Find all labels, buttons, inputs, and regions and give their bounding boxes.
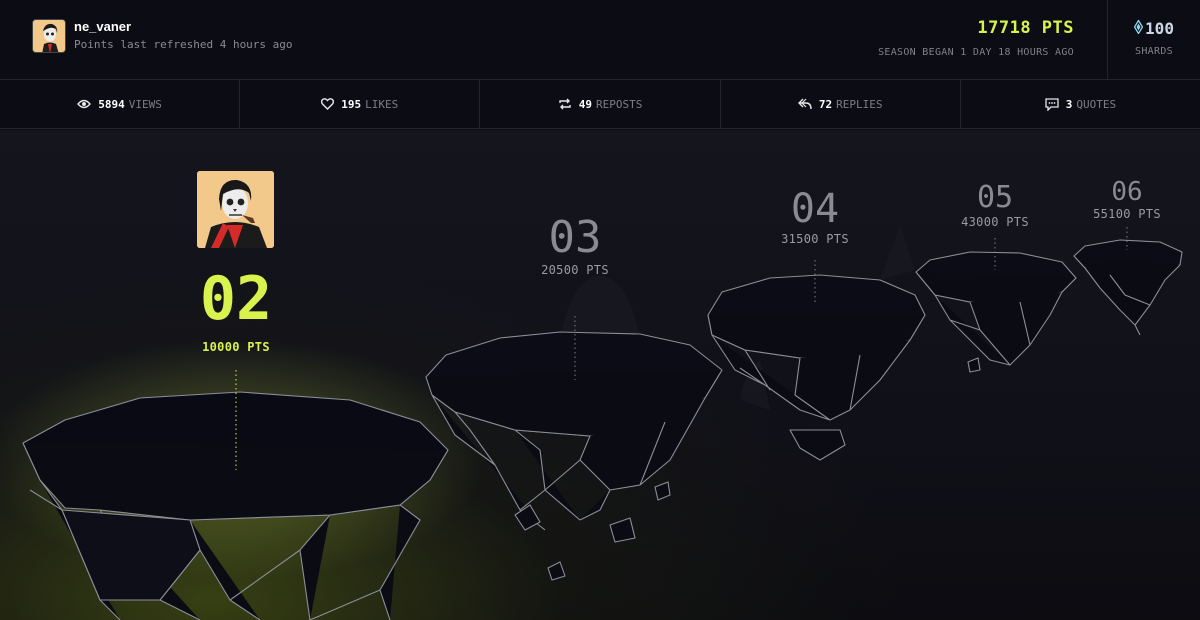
avatar[interactable] xyxy=(32,19,66,53)
shards-value: 100 xyxy=(1145,19,1174,38)
reposts-count: 49 xyxy=(578,97,592,111)
diamond-icon xyxy=(1133,19,1144,38)
level-number: 04 xyxy=(790,186,840,232)
island-level-04[interactable] xyxy=(707,274,926,461)
level-number: 05 xyxy=(976,180,1014,215)
replies-label: REPLIES xyxy=(836,97,883,111)
quotes-count: 3 xyxy=(1065,97,1073,111)
likes-label: LIKES xyxy=(365,97,399,111)
level-progress-map: 02 10000 PTS 03 20500 PTS 04 31500 PTS 0… xyxy=(0,130,1200,620)
level-points: 20500 PTS xyxy=(541,263,609,277)
level-06-marker[interactable]: 06 55100 PTS xyxy=(1067,177,1187,221)
heart-icon xyxy=(321,98,335,110)
level-number: 02 xyxy=(199,264,273,334)
quote-icon xyxy=(1045,97,1059,111)
stat-replies[interactable]: 72 REPLIES xyxy=(721,80,961,128)
stat-views[interactable]: 5894 VIEWS xyxy=(0,80,241,128)
shards-label: SHARDS xyxy=(1135,46,1173,57)
stat-quotes[interactable]: 3 QUOTES xyxy=(961,80,1200,128)
current-level-avatar[interactable] xyxy=(197,171,274,248)
level-points: 31500 PTS xyxy=(781,232,849,246)
level-points: 55100 PTS xyxy=(1093,207,1161,221)
eye-icon xyxy=(77,98,92,110)
stat-likes[interactable]: 195 LIKES xyxy=(240,80,481,128)
top-header: ne_vaner Points last refreshed 4 hours a… xyxy=(0,0,1200,80)
views-label: VIEWS xyxy=(128,97,162,111)
level-number: 06 xyxy=(1111,177,1143,207)
reposts-label: REPOSTS xyxy=(595,97,643,111)
level-number: 03 xyxy=(548,212,602,263)
views-count: 5894 xyxy=(98,97,125,111)
username[interactable]: ne_vaner xyxy=(74,19,293,35)
island-level-05[interactable] xyxy=(915,251,1077,373)
stat-reposts[interactable]: 49 REPOSTS xyxy=(480,80,721,128)
level-03-marker[interactable]: 03 20500 PTS xyxy=(515,212,635,277)
replies-count: 72 xyxy=(818,97,833,111)
level-points: 43000 PTS xyxy=(961,215,1029,229)
user-profile[interactable]: ne_vaner Points last refreshed 4 hours a… xyxy=(32,19,293,53)
shards-counter[interactable]: 100 SHARDS xyxy=(1107,0,1200,80)
engagement-stats: 5894 VIEWS 195 LIKES 49 REPOSTS 72 REPLI… xyxy=(0,80,1200,129)
refresh-note: Points last refreshed 4 hours ago xyxy=(74,38,293,51)
quotes-label: QUOTES xyxy=(1076,97,1117,111)
level-points: 10000 PTS xyxy=(202,340,270,354)
repost-icon xyxy=(558,98,572,110)
likes-count: 195 xyxy=(341,97,362,111)
season-info: SEASON BEGAN 1 DAY 18 HOURS AGO xyxy=(878,47,1074,58)
island-level-06[interactable] xyxy=(1073,239,1183,336)
points-summary: 17718 PTS SEASON BEGAN 1 DAY 18 HOURS AG… xyxy=(878,18,1074,58)
reply-icon xyxy=(797,98,812,110)
level-04-marker[interactable]: 04 31500 PTS xyxy=(755,186,875,246)
points-total: 17718 PTS xyxy=(977,18,1074,38)
island-level-02[interactable] xyxy=(22,391,449,620)
level-05-marker[interactable]: 05 43000 PTS xyxy=(935,180,1055,229)
level-02-marker[interactable]: 02 10000 PTS xyxy=(176,264,296,354)
